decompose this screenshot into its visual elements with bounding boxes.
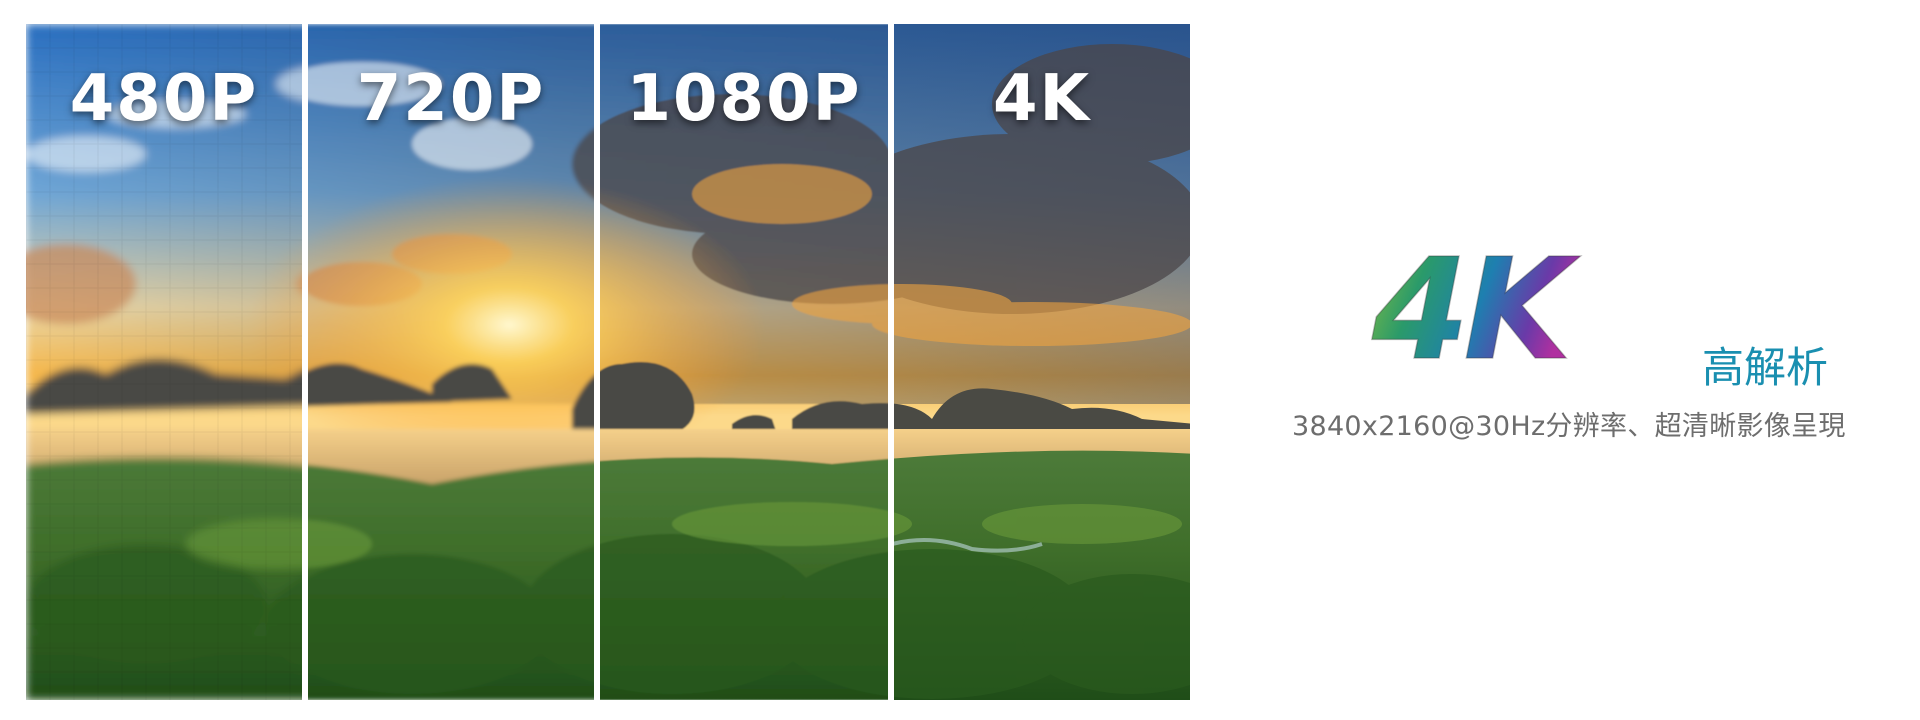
4k-logo-text: 4K bbox=[1370, 240, 1588, 370]
resolution-label: 1080P bbox=[626, 62, 862, 136]
resolution-comparison-strip: 480P 720P 1080P 4K bbox=[26, 24, 1190, 700]
panel-1080p: 1080P bbox=[600, 24, 888, 700]
4k-logo: 4K 高解析 bbox=[1366, 240, 1828, 392]
panel-720p: 720P bbox=[308, 24, 594, 700]
resolution-label: 720P bbox=[356, 62, 546, 136]
resolution-label: 4K bbox=[992, 62, 1092, 136]
resolution-label: 480P bbox=[69, 62, 259, 136]
panel-480p: 480P bbox=[26, 24, 302, 700]
svg-text:4K: 4K bbox=[1371, 240, 1581, 370]
panel-4k: 4K bbox=[894, 24, 1190, 700]
4k-promo-block: 4K 高解析 3840x2160@30Hz分辨率、超清晰影像呈現 bbox=[1270, 230, 1870, 470]
logo-subtitle: 高解析 bbox=[1702, 343, 1829, 392]
tagline: 3840x2160@30Hz分辨率、超清晰影像呈現 bbox=[1292, 411, 1846, 442]
